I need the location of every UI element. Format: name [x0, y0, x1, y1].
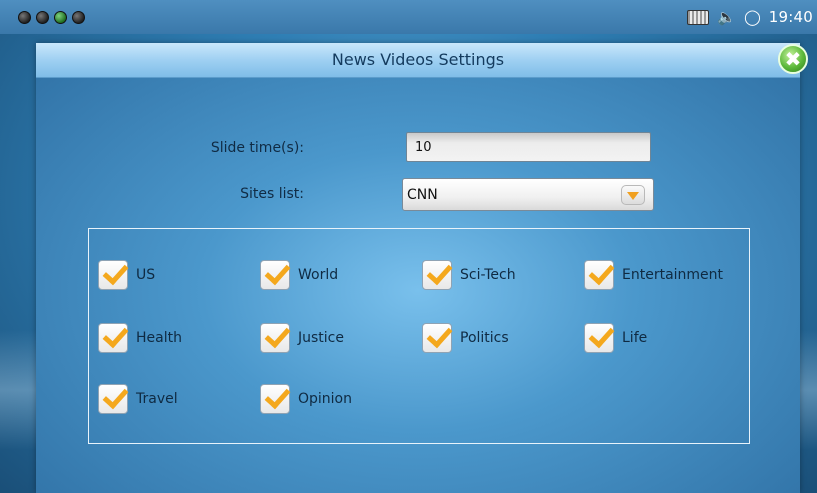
sites-list-select[interactable]: CNN: [402, 178, 654, 211]
dropdown-button[interactable]: [621, 185, 645, 205]
dialog-titlebar: News Videos Settings ✖: [36, 43, 808, 78]
checkmark-icon: [588, 321, 615, 349]
category-label: Life: [622, 330, 648, 346]
category-life[interactable]: Life: [584, 321, 648, 354]
checkbox[interactable]: [98, 258, 129, 290]
close-button[interactable]: ✖: [778, 44, 808, 74]
checkbox[interactable]: [98, 321, 129, 353]
sites-list-value: CNN: [407, 187, 438, 203]
checkbox[interactable]: [98, 382, 129, 414]
categories-panel: US World Sci-Tech Entertainment Health J…: [88, 228, 750, 444]
checkmark-icon: [102, 382, 129, 410]
slide-time-row: Slide time(s):: [36, 132, 800, 166]
page-dot: [72, 11, 85, 24]
category-travel[interactable]: Travel: [98, 382, 178, 415]
sites-list-row: Sites list: CNN: [36, 178, 800, 212]
checkmark-icon: [264, 382, 291, 410]
category-entertainment[interactable]: Entertainment: [584, 258, 724, 291]
category-label: Justice: [298, 330, 344, 346]
dialog-title: News Videos Settings: [331, 50, 505, 69]
page-dot-active: [54, 11, 67, 24]
status-bar: 🔈 ◯ 19:40: [0, 0, 817, 34]
page-indicator-dots: [18, 11, 85, 24]
category-label: Sci-Tech: [460, 267, 516, 283]
checkbox[interactable]: [260, 382, 291, 414]
checkbox[interactable]: [584, 258, 615, 290]
checkmark-icon: [264, 321, 291, 349]
page-dot: [36, 11, 49, 24]
category-politics[interactable]: Politics: [422, 321, 509, 354]
category-label: Opinion: [298, 391, 352, 407]
sites-list-label: Sites list:: [240, 186, 304, 202]
status-tray: 🔈 ◯ 19:40: [687, 6, 813, 28]
volume-icon[interactable]: 🔈: [717, 9, 736, 25]
checkmark-icon: [102, 321, 129, 349]
category-justice[interactable]: Justice: [260, 321, 344, 354]
status-clock: 19:40: [768, 8, 813, 26]
category-us[interactable]: US: [98, 258, 156, 291]
checkbox[interactable]: [260, 321, 291, 353]
checkmark-icon: [264, 258, 291, 286]
chevron-down-icon: [627, 192, 639, 200]
category-label: Travel: [136, 391, 178, 407]
category-label: Health: [136, 330, 182, 346]
checkmark-icon: [102, 258, 129, 286]
checkbox[interactable]: [260, 258, 291, 290]
checkbox[interactable]: [422, 258, 453, 290]
slide-time-label: Slide time(s):: [210, 140, 304, 156]
category-sci-tech[interactable]: Sci-Tech: [422, 258, 516, 291]
sync-icon[interactable]: ◯: [744, 9, 761, 25]
checkbox[interactable]: [584, 321, 615, 353]
category-health[interactable]: Health: [98, 321, 182, 354]
keyboard-icon[interactable]: [687, 9, 710, 25]
category-opinion[interactable]: Opinion: [260, 382, 352, 415]
category-label: World: [298, 267, 339, 283]
category-label: Entertainment: [622, 267, 724, 283]
category-world[interactable]: World: [260, 258, 339, 291]
news-videos-settings-dialog: News Videos Settings ✖ Slide time(s): Si…: [36, 43, 808, 493]
slide-time-input[interactable]: [406, 132, 651, 162]
checkbox[interactable]: [422, 321, 453, 353]
checkmark-icon: [588, 258, 615, 286]
close-icon: ✖: [784, 47, 802, 71]
category-label: US: [136, 267, 156, 283]
category-label: Politics: [460, 330, 509, 346]
checkmark-icon: [426, 258, 453, 286]
page-dot: [18, 11, 31, 24]
checkmark-icon: [426, 321, 453, 349]
